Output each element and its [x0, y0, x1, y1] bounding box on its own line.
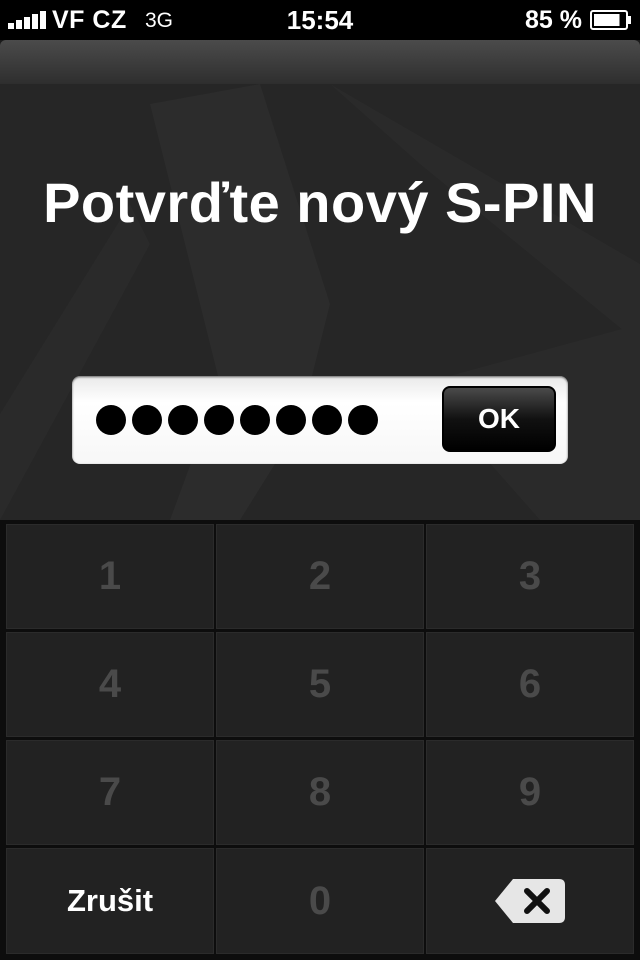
header-band [0, 40, 640, 86]
pin-dot [204, 405, 234, 435]
pin-panel: Potvrďte nový S-PIN OK [0, 84, 640, 520]
pin-dot [96, 405, 126, 435]
pin-input-field[interactable]: OK [72, 376, 568, 464]
key-1[interactable]: 1 [6, 524, 214, 629]
backspace-button[interactable] [426, 848, 634, 954]
key-8[interactable]: 8 [216, 740, 424, 845]
numeric-keypad: 1 2 3 4 5 6 7 8 9 Zrušit 0 [0, 520, 640, 960]
pin-dots [96, 402, 378, 438]
key-5[interactable]: 5 [216, 632, 424, 737]
pin-dot [348, 405, 378, 435]
key-3[interactable]: 3 [426, 524, 634, 629]
battery-icon [590, 10, 631, 30]
pin-dot [312, 405, 342, 435]
pin-dot [132, 405, 162, 435]
key-0[interactable]: 0 [216, 848, 424, 954]
key-7[interactable]: 7 [6, 740, 214, 845]
key-9[interactable]: 9 [426, 740, 634, 845]
backspace-icon [495, 879, 565, 923]
battery-percentage: 85 % [525, 6, 582, 34]
page-title: Potvrďte nový S-PIN [43, 171, 597, 234]
ok-button[interactable]: OK [442, 386, 556, 452]
pin-dot [168, 405, 198, 435]
key-6[interactable]: 6 [426, 632, 634, 737]
screen: VF CZ 3G 15:54 85 % Potvrďte nový S-PIN … [0, 0, 640, 960]
key-2[interactable]: 2 [216, 524, 424, 629]
pin-dot [240, 405, 270, 435]
status-bar: VF CZ 3G 15:54 85 % [0, 0, 640, 40]
cancel-button[interactable]: Zrušit [6, 848, 214, 954]
pin-dot [276, 405, 306, 435]
key-4[interactable]: 4 [6, 632, 214, 737]
